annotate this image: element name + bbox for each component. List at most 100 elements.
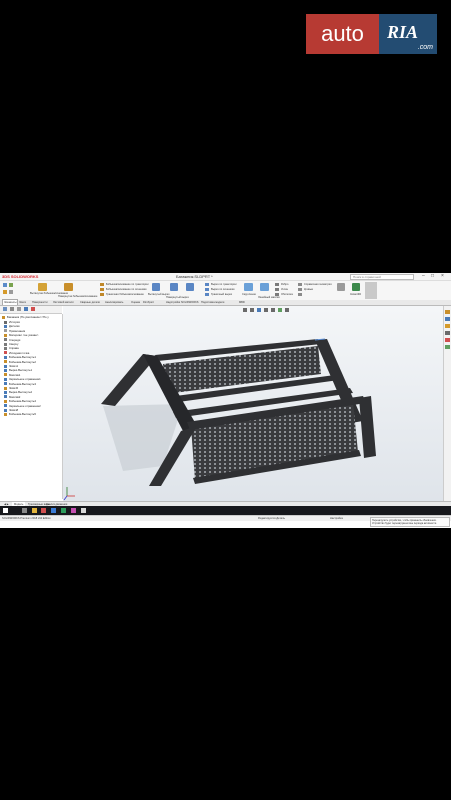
- tree-item-label: Вырез-Вытянуть2: [9, 390, 33, 395]
- linear-pattern-label[interactable]: Линейный массив: [258, 296, 280, 299]
- feature-tree-icon[interactable]: [3, 307, 7, 311]
- update-notification[interactable]: Перезагрузите устройство, чтобы применит…: [370, 517, 450, 527]
- tree-item[interactable]: Спереди: [4, 338, 20, 342]
- tree-item[interactable]: Зеркальное отражение1: [4, 377, 41, 381]
- tree-item-icon: [4, 373, 7, 377]
- tab-analyze[interactable]: Анализировать: [104, 300, 124, 305]
- tree-item-icon: [4, 390, 7, 394]
- tab-addins[interactable]: Надстройки SOLIDWORKS: [165, 300, 200, 305]
- search-icon[interactable]: [22, 508, 27, 513]
- tree-item[interactable]: Сверху: [4, 342, 18, 346]
- swept-cut-label[interactable]: Вырез по траектории: [211, 283, 237, 286]
- tree-item[interactable]: Бобышка-Вытянуть3: [4, 382, 36, 386]
- resources-icon[interactable]: [445, 310, 450, 314]
- tab-sketch[interactable]: Эскиз: [18, 300, 27, 305]
- reference-geometry-label[interactable]: Справочная геометрия: [304, 283, 332, 286]
- tree-item[interactable]: Эскиз1: [4, 364, 18, 368]
- tree-item-label: Бобышка-Вытянуть1: [9, 355, 36, 360]
- rib-label[interactable]: Ребро: [281, 283, 288, 286]
- close-button[interactable]: ×: [441, 273, 444, 279]
- revolved-boss-label[interactable]: Повернутая бобышка/основание: [58, 295, 97, 298]
- boundary-cut-label[interactable]: Граничный вырез: [211, 293, 232, 296]
- misc-taskbar-icon[interactable]: [81, 508, 86, 513]
- tab-surfaces[interactable]: Поверхности: [31, 300, 49, 305]
- boundary-boss-label[interactable]: Граничная бобышка/основание: [106, 293, 144, 296]
- tab-sheet-metal[interactable]: Листовой металл: [52, 300, 75, 305]
- swept-boss-label[interactable]: Бобышка/основание по траектории: [106, 283, 149, 286]
- display-manager-icon[interactable]: [31, 307, 35, 311]
- start-icon[interactable]: [3, 508, 8, 513]
- part-icon: [2, 315, 5, 319]
- tree-item-label: Бобышка-Вытянуть5: [9, 412, 36, 417]
- watermark-ria-text: RIA: [387, 22, 419, 42]
- browser-taskbar-icon[interactable]: [51, 508, 56, 513]
- tree-item-icon: [4, 342, 7, 346]
- design-library-icon[interactable]: [445, 317, 450, 321]
- status-editing: Редактируется Деталь: [258, 517, 285, 520]
- solidworks-taskbar-icon[interactable]: [41, 508, 46, 513]
- tree-item-label: Эскиз8: [9, 408, 19, 412]
- dimxpert-manager-icon[interactable]: [24, 307, 28, 311]
- media-taskbar-icon[interactable]: [71, 508, 76, 513]
- tab-evaluate[interactable]: Оценка: [130, 300, 141, 305]
- tab-weldments[interactable]: Сварные детали: [79, 300, 101, 305]
- solidworks-screen: 3DS SOLIDWORKS Багажник.SLDPRT * Поиск в…: [0, 273, 451, 528]
- tree-item-icon: [4, 346, 7, 350]
- tree-item-label: История: [9, 320, 20, 324]
- lofted-cut-label[interactable]: Вырез по сечениям: [211, 288, 234, 291]
- tree-item[interactable]: Массив1: [4, 373, 20, 377]
- tree-item-label: Эскиз5: [9, 386, 19, 390]
- tree-item[interactable]: Бобышка-Вытянуть5: [4, 412, 36, 416]
- tree-item[interactable]: Материал <не указан>: [4, 333, 38, 337]
- watermark-domain: .com: [417, 44, 433, 51]
- file-explorer-taskbar-icon[interactable]: [32, 508, 37, 513]
- revolved-cut-label[interactable]: Повернутый вырез: [166, 296, 189, 299]
- tree-item[interactable]: История: [4, 320, 20, 324]
- tree-item[interactable]: Справа: [4, 346, 19, 350]
- instant3d-label[interactable]: Instant3D: [350, 293, 361, 296]
- tree-root[interactable]: Багажник (По умолчанию<<По у: [2, 315, 49, 319]
- tree-item[interactable]: Примечания: [4, 329, 25, 333]
- tree-item[interactable]: Исходная точка: [4, 351, 29, 355]
- tree-item[interactable]: Бобышка-Вытянуть2: [4, 360, 36, 364]
- tree-item-label: Бобышка-Вытянуть4: [9, 399, 36, 404]
- quick-access-icons: [3, 283, 13, 294]
- tree-item[interactable]: Вырез-Вытянуть2: [4, 390, 32, 394]
- tab-model-prep[interactable]: Подготовка модели: [200, 300, 225, 305]
- view-palette-icon[interactable]: [445, 331, 450, 335]
- tree-item[interactable]: Эскиз5: [4, 386, 18, 390]
- graphics-viewport[interactable]: [63, 306, 443, 501]
- tree-item[interactable]: Зеркальное отражение2: [4, 404, 41, 408]
- tree-item[interactable]: Массив2: [4, 395, 20, 399]
- tree-item[interactable]: Эскиз8: [4, 408, 18, 412]
- help-search-input[interactable]: Поиск в справочной: [350, 274, 414, 280]
- tree-item-label: Вырез-Вытянуть1: [9, 368, 33, 373]
- configuration-manager-icon[interactable]: [17, 307, 21, 311]
- file-explorer-icon[interactable]: [445, 324, 450, 328]
- app-logo: 3DS SOLIDWORKS: [2, 274, 39, 279]
- custom-properties-icon[interactable]: [445, 345, 450, 349]
- property-manager-icon[interactable]: [10, 307, 14, 311]
- maximize-button[interactable]: □: [431, 273, 434, 279]
- tree-item[interactable]: Датчики: [4, 324, 19, 328]
- tree-item[interactable]: Бобышка-Вытянуть1: [4, 355, 36, 359]
- status-units[interactable]: Настройка: [330, 516, 343, 521]
- tab-dimxpert[interactable]: DimXpert: [142, 300, 155, 305]
- tab-mbd[interactable]: MBD: [238, 300, 246, 305]
- tree-item-label: Исходная точка: [9, 350, 30, 355]
- tree-item[interactable]: Вырез-Вытянуть1: [4, 368, 32, 372]
- appearances-icon[interactable]: [445, 338, 450, 342]
- tree-item[interactable]: Бобышка-Вытянуть4: [4, 399, 36, 403]
- fillet-label[interactable]: Скругление: [242, 293, 256, 296]
- draft-label[interactable]: Уклон: [281, 288, 288, 291]
- tree-item-icon: [4, 399, 7, 403]
- curves-label[interactable]: Кривые: [304, 288, 313, 291]
- tree-item-icon: [4, 338, 7, 342]
- lofted-boss-label[interactable]: Бобышка/основание по сечениям: [106, 288, 146, 291]
- tree-item-icon: [4, 360, 7, 364]
- tree-item-icon: [4, 395, 7, 399]
- minimize-button[interactable]: –: [422, 273, 425, 279]
- tab-features[interactable]: Элементы: [2, 299, 19, 305]
- shell-label[interactable]: Оболочка: [281, 293, 293, 296]
- app-taskbar-icon[interactable]: [61, 508, 66, 513]
